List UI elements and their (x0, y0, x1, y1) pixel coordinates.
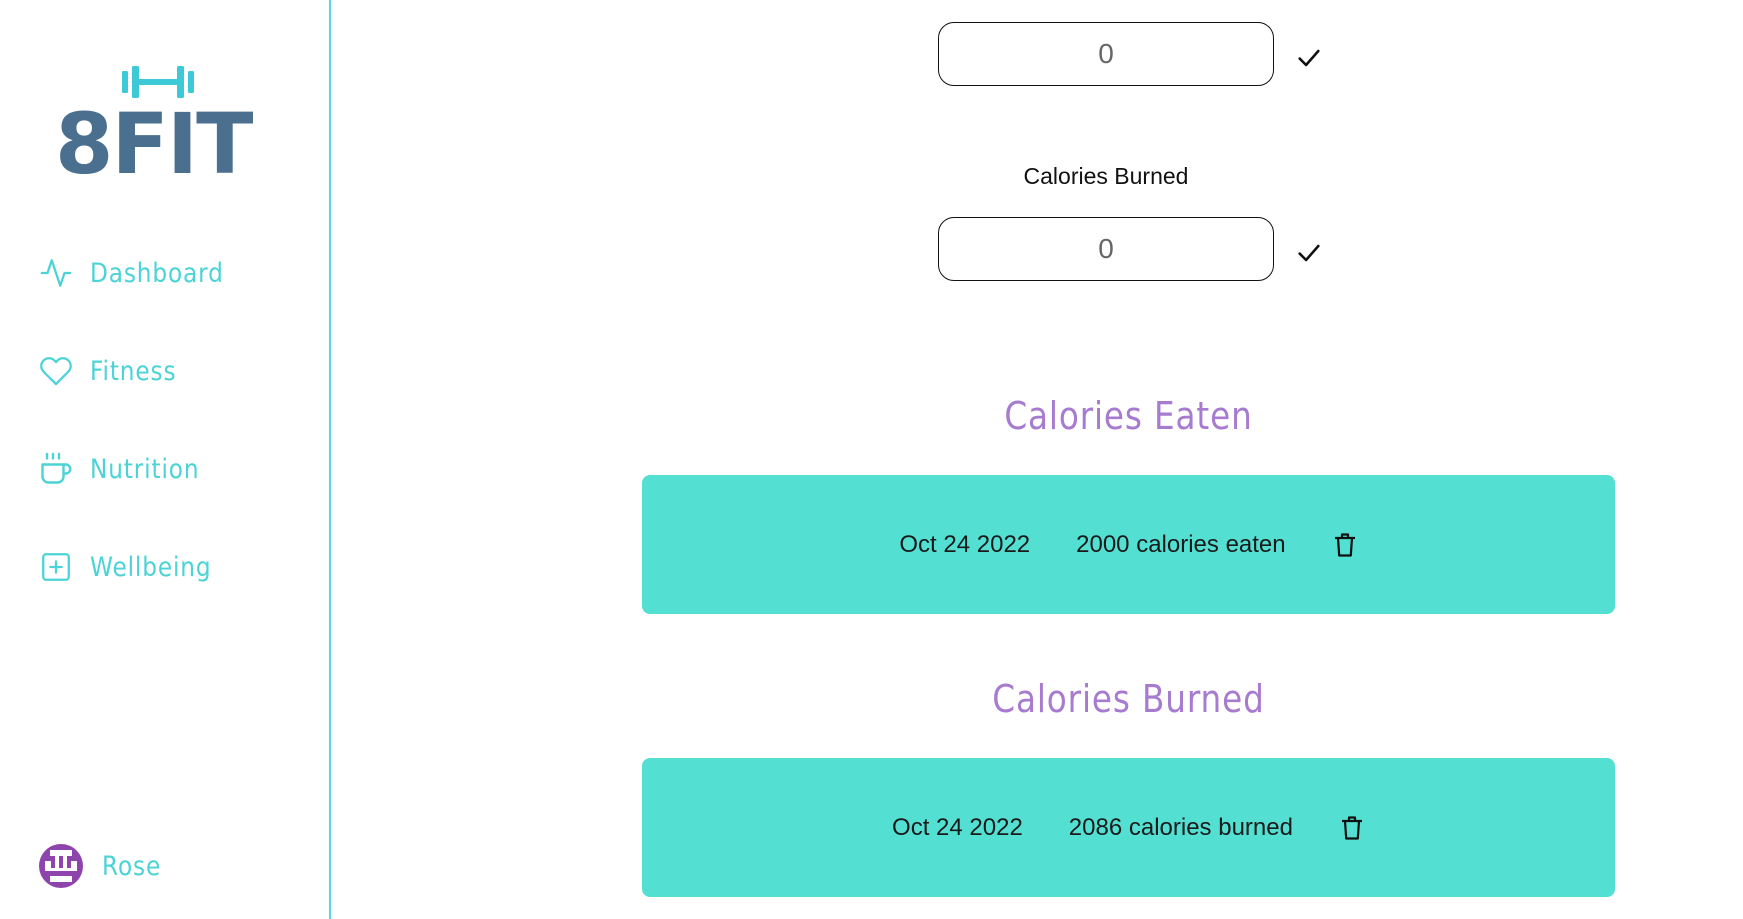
calories-eaten-heading: Calories Eaten (1004, 394, 1253, 438)
sidebar-item-label: Fitness (90, 355, 177, 387)
user-profile[interactable]: Rose (38, 843, 171, 889)
sidebar-item-label: Wellbeing (90, 551, 212, 583)
entry-amount: 2086 calories burned (1068, 813, 1293, 841)
check-icon[interactable] (1292, 236, 1326, 270)
heart-icon (38, 353, 74, 389)
calories-eaten-entry: Oct 24 2022 2000 calories eaten (642, 475, 1615, 614)
entry-date: Oct 24 2022 (899, 530, 1031, 558)
brand-logo[interactable]: 8FIT (55, 62, 265, 192)
logo-text: 8FIT (55, 95, 253, 193)
sidebar-item-wellbeing[interactable]: Wellbeing (38, 545, 231, 589)
calories-eaten-input[interactable] (938, 22, 1274, 86)
sidebar-item-label: Nutrition (90, 453, 200, 485)
calories-burned-heading: Calories Burned (992, 677, 1265, 721)
user-name: Rose (102, 850, 162, 882)
check-icon[interactable] (1292, 41, 1326, 75)
main-content: Calories Burned Calories Eaten Oct 24 20… (331, 0, 1743, 919)
sidebar-item-dashboard[interactable]: Dashboard (38, 251, 245, 295)
sidebar-item-label: Dashboard (90, 257, 224, 289)
avatar-icon (39, 844, 83, 888)
calories-burned-label: Calories Burned (1023, 163, 1189, 189)
calories-burned-entry: Oct 24 2022 2086 calories burned (642, 758, 1615, 897)
entry-amount: 2000 calories eaten (1076, 530, 1286, 558)
calories-burned-field-row (938, 217, 1326, 281)
calories-burned-input[interactable] (938, 217, 1274, 281)
sidebar-item-nutrition[interactable]: Nutrition (38, 447, 217, 491)
entry-date: Oct 24 2022 (892, 813, 1023, 841)
plus-square-icon (38, 549, 74, 585)
activity-icon (38, 255, 74, 291)
trash-icon[interactable] (1332, 531, 1358, 559)
sidebar-item-fitness[interactable]: Fitness (38, 349, 191, 393)
trash-icon[interactable] (1339, 814, 1365, 842)
calories-eaten-field-row (938, 22, 1326, 86)
coffee-cup-icon (38, 451, 74, 487)
app-window: 8FIT Dashboard Fitness Nutrition Wellbei… (0, 0, 1743, 919)
sidebar: 8FIT Dashboard Fitness Nutrition Wellbei… (0, 0, 331, 919)
